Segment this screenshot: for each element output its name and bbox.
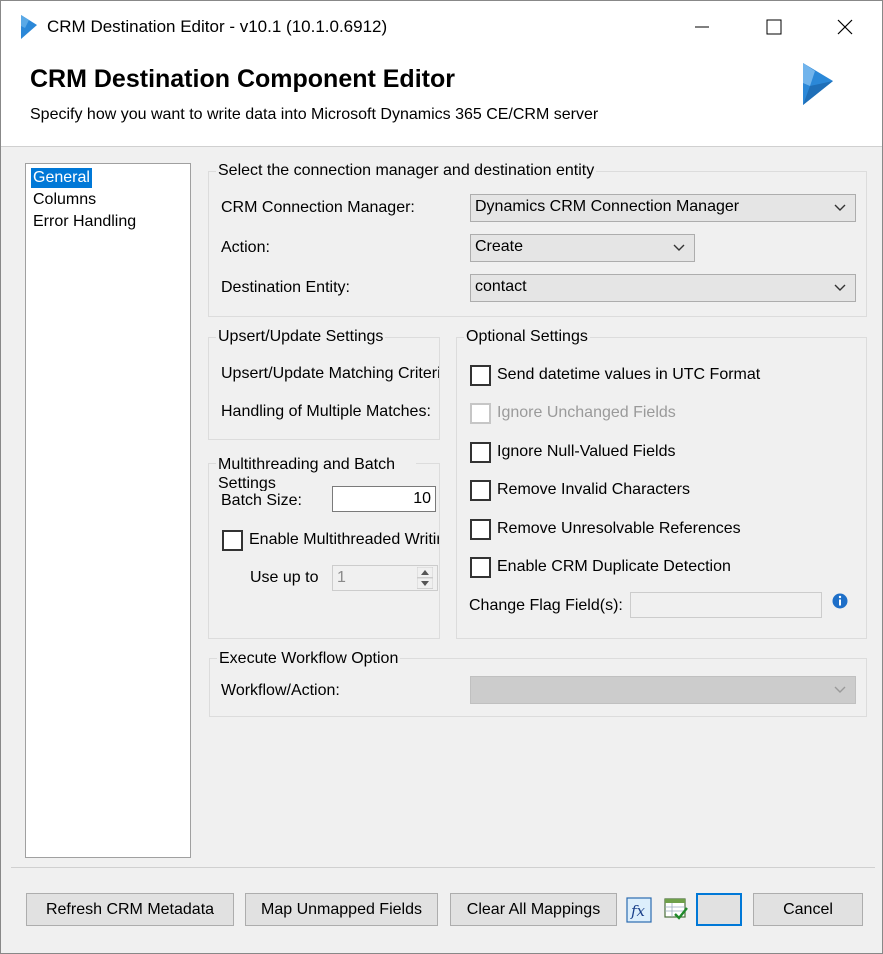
dynamics-logo-icon <box>803 63 833 105</box>
crm-connection-manager-value: Dynamics CRM Connection Manager <box>475 198 740 215</box>
duplicate-detection-checkbox[interactable] <box>470 557 491 578</box>
workflow-action-label: Workflow/Action: <box>221 682 340 699</box>
matching-criteria-label: Upsert/Update Matching Criteri <box>221 365 439 382</box>
title-bar[interactable]: CRM Destination Editor - v10.1 (10.1.0.6… <box>1 1 882 53</box>
fx-icon[interactable]: fx <box>626 897 652 923</box>
workflow-group-title: Execute Workflow Option <box>217 650 401 668</box>
ok-button[interactable] <box>696 893 742 926</box>
remove-invalid-chars-checkbox[interactable] <box>470 480 491 501</box>
upsert-group <box>208 337 440 440</box>
multiple-matches-label: Handling of Multiple Matches: <box>221 403 431 420</box>
use-up-to-value: 1 <box>337 569 346 586</box>
ignore-unchanged-label: Ignore Unchanged Fields <box>497 404 676 421</box>
map-unmapped-button[interactable]: Map Unmapped Fields <box>245 893 438 926</box>
remove-unresolvable-checkbox[interactable] <box>470 519 491 540</box>
utc-format-checkbox[interactable] <box>470 365 491 386</box>
nav-item-general[interactable]: General <box>31 168 92 188</box>
svg-text:fx: fx <box>630 902 646 920</box>
use-up-to-label: Use up to <box>250 569 319 586</box>
grid-check-icon[interactable] <box>663 897 689 923</box>
dynamics-app-icon <box>21 15 37 39</box>
destination-entity-select[interactable]: contact <box>470 274 856 302</box>
page-nav-list[interactable]: General Columns Error Handling <box>25 163 191 858</box>
cancel-button[interactable]: Cancel <box>753 893 863 926</box>
workflow-action-select[interactable] <box>470 676 856 704</box>
utc-format-label: Send datetime values in UTC Format <box>497 366 761 383</box>
spinner-arrows-icon[interactable] <box>417 567 433 589</box>
refresh-metadata-button[interactable]: Refresh CRM Metadata <box>26 893 234 926</box>
enable-multithreaded-label: Enable Multithreaded Writin <box>249 531 439 548</box>
footer-divider <box>11 867 875 868</box>
connection-group-title: Select the connection manager and destin… <box>216 162 597 180</box>
nav-item-error-handling[interactable]: Error Handling <box>31 212 138 232</box>
window-title: CRM Destination Editor - v10.1 (10.1.0.6… <box>47 17 388 36</box>
batch-size-label: Batch Size: <box>221 492 302 509</box>
minimize-icon[interactable] <box>677 11 725 43</box>
dialog-window: CRM Destination Editor - v10.1 (10.1.0.6… <box>0 0 883 954</box>
maximize-icon[interactable] <box>750 11 798 43</box>
enable-multithreaded-checkbox[interactable] <box>222 530 243 551</box>
change-flag-input[interactable] <box>630 592 822 618</box>
chevron-down-icon <box>673 244 685 251</box>
crm-connection-manager-select[interactable]: Dynamics CRM Connection Manager <box>470 194 856 222</box>
chevron-down-icon <box>834 284 846 291</box>
editor-title: CRM Destination Component Editor <box>30 65 455 93</box>
action-label: Action: <box>221 239 270 256</box>
crm-connection-manager-label: CRM Connection Manager: <box>221 199 415 216</box>
action-value: Create <box>475 238 524 255</box>
upsert-group-title: Upsert/Update Settings <box>216 328 386 346</box>
optional-settings-title: Optional Settings <box>464 328 590 346</box>
editor-subtitle: Specify how you want to write data into … <box>30 106 599 123</box>
chevron-down-icon <box>834 204 846 211</box>
change-flag-label: Change Flag Field(s): <box>469 597 623 614</box>
clear-all-mappings-button[interactable]: Clear All Mappings <box>450 893 617 926</box>
ignore-null-label: Ignore Null-Valued Fields <box>497 443 676 460</box>
remove-invalid-chars-label: Remove Invalid Characters <box>497 481 690 498</box>
close-icon[interactable] <box>821 11 869 43</box>
info-icon[interactable] <box>832 593 848 609</box>
chevron-down-icon <box>834 686 846 693</box>
editor-header: CRM Destination Component Editor Specify… <box>1 53 882 147</box>
nav-item-columns[interactable]: Columns <box>31 190 98 210</box>
destination-entity-label: Destination Entity: <box>221 279 350 296</box>
batch-size-input[interactable]: 10 <box>332 486 436 512</box>
ignore-null-checkbox[interactable] <box>470 442 491 463</box>
action-select[interactable]: Create <box>470 234 695 262</box>
destination-entity-value: contact <box>475 278 527 295</box>
use-up-to-spinner[interactable]: 1 <box>332 565 438 591</box>
ignore-unchanged-checkbox[interactable] <box>470 403 491 424</box>
duplicate-detection-label: Enable CRM Duplicate Detection <box>497 558 731 575</box>
remove-unresolvable-label: Remove Unresolvable References <box>497 520 741 537</box>
